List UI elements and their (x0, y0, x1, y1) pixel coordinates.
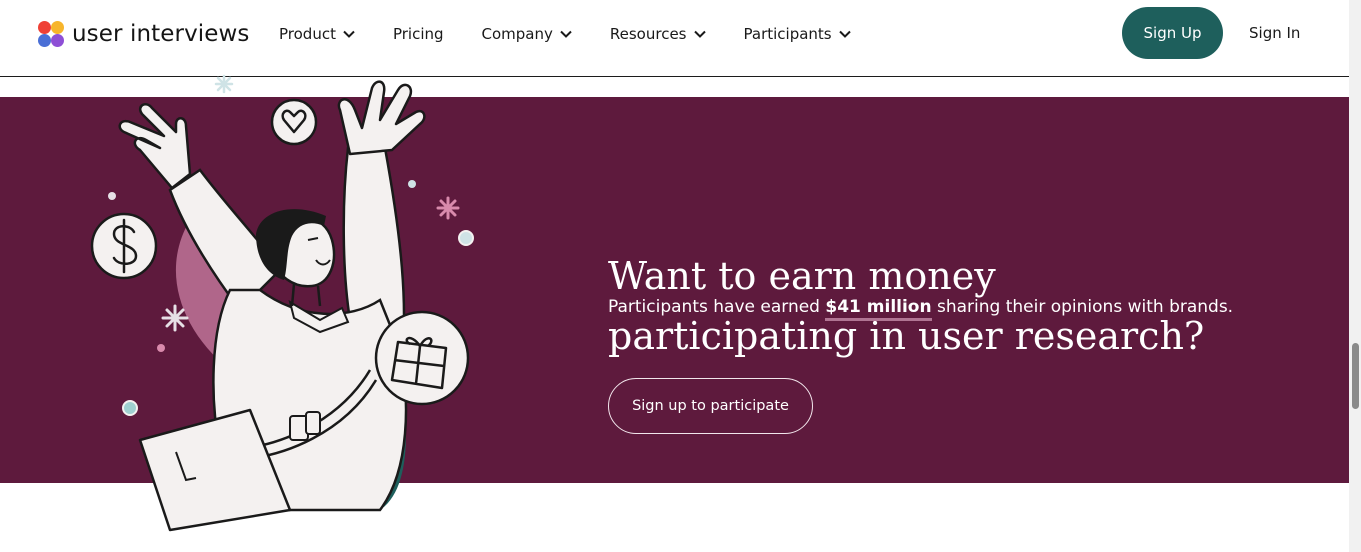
subtext-prefix: Participants have earned (608, 297, 826, 317)
nav-item-label: Company (481, 25, 553, 43)
page-scrollbar[interactable] (1349, 0, 1361, 552)
earnings-highlight: $41 million (825, 297, 932, 321)
gift-icon (374, 310, 470, 406)
nav-item-product[interactable]: Product (279, 25, 355, 43)
heart-icon (270, 98, 318, 146)
nav-item-resources[interactable]: Resources (610, 25, 706, 43)
subtext-suffix: sharing their opinions with brands. (931, 297, 1234, 317)
nav-item-label: Resources (609, 25, 687, 43)
nav-item-participants[interactable]: Participants (744, 25, 851, 43)
logo-text: user interviews (72, 21, 250, 47)
chevron-down-icon (560, 30, 572, 38)
hero-subtext: Participants have earned $41 million sha… (608, 293, 1248, 321)
chevron-down-icon (693, 30, 706, 38)
nav-links: Product Pricing Company Resources Partic… (279, 0, 889, 68)
top-navigation: user interviews Product Pricing Company … (0, 0, 1349, 77)
sign-up-button[interactable]: Sign Up (1122, 7, 1223, 59)
sign-in-link[interactable]: Sign In (1249, 24, 1300, 42)
chevron-down-icon (838, 30, 851, 38)
nav-item-label: Pricing (392, 25, 444, 43)
nav-item-label: Participants (743, 25, 832, 43)
nav-item-pricing[interactable]: Pricing (393, 25, 444, 43)
chevron-down-icon (343, 30, 355, 38)
celebrating-person-illustration (90, 80, 474, 532)
nav-item-company[interactable]: Company (482, 25, 572, 43)
sparkle-icon (436, 196, 460, 220)
sign-up-to-participate-button[interactable]: Sign up to participate (608, 378, 813, 434)
logo-link[interactable]: user interviews (38, 19, 250, 49)
nav-item-label: Product (279, 25, 336, 43)
logo-icon (38, 20, 65, 48)
sparkle-icon (161, 304, 189, 332)
scrollbar-thumb[interactable] (1352, 343, 1359, 409)
